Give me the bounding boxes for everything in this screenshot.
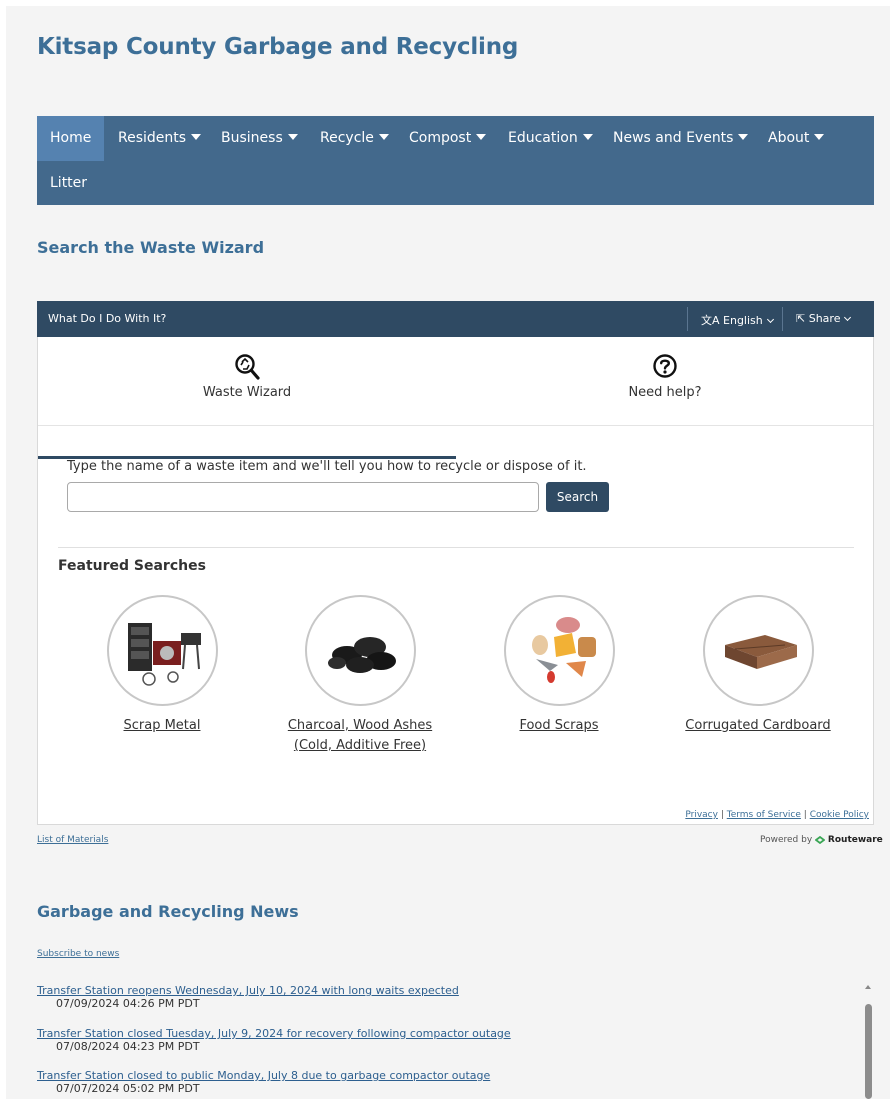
widget-title: What Do I Do With It? — [48, 312, 167, 325]
food-scraps-image — [503, 595, 615, 706]
search-button[interactable]: Search — [546, 482, 609, 512]
featured-label: Corrugated Cardboard — [685, 718, 831, 733]
news-link[interactable]: Transfer Station closed Tuesday, July 9,… — [37, 1027, 511, 1040]
caret-down-icon — [378, 134, 389, 140]
caret-down-icon — [582, 134, 593, 140]
divider — [782, 307, 783, 331]
chevron-down-icon — [844, 313, 852, 322]
featured-label: Food Scraps — [519, 718, 599, 733]
language-button[interactable]: 文A English — [701, 312, 774, 328]
news-scrollbar[interactable] — [864, 982, 874, 1099]
share-label: Share — [808, 312, 841, 325]
news-date: 07/09/2024 04:26 PM PDT — [56, 997, 200, 1010]
nav-item-news-and-events[interactable]: News and Events — [600, 116, 761, 161]
nav-item-education[interactable]: Education — [495, 116, 606, 161]
search-prompt: Type the name of a waste item and we'll … — [67, 459, 587, 474]
share-button[interactable]: ⇱ Share — [796, 312, 852, 325]
divider — [38, 425, 873, 426]
scrollbar-thumb[interactable] — [865, 1004, 872, 1099]
privacy-link[interactable]: Privacy — [685, 810, 718, 820]
featured-label: Charcoal, Wood Ashes (Cold, Additive Fre… — [287, 718, 433, 753]
featured-label: Scrap Metal — [123, 718, 201, 733]
caret-down-icon — [287, 134, 298, 140]
language-label: English — [723, 314, 763, 327]
featured-charcoal[interactable]: Charcoal, Wood Ashes (Cold, Additive Fre… — [285, 595, 435, 756]
nav-item-residents[interactable]: Residents — [105, 116, 214, 161]
divider — [58, 547, 854, 548]
nav-label: Residents — [118, 130, 187, 146]
routeware-logo-icon — [814, 835, 826, 844]
nav-item-compost[interactable]: Compost — [396, 116, 499, 161]
news-date: 07/07/2024 05:02 PM PDT — [56, 1082, 200, 1095]
waste-wizard-heading: Search the Waste Wizard — [37, 238, 265, 257]
terms-of-service-link[interactable]: Terms of Service — [727, 810, 801, 820]
news-link[interactable]: Transfer Station reopens Wednesday, July… — [37, 984, 459, 997]
question-circle-icon — [652, 353, 678, 383]
nav-label: Education — [508, 130, 578, 146]
subscribe-to-news-link[interactable]: Subscribe to news — [37, 949, 119, 959]
caret-down-icon — [814, 134, 825, 140]
nav-item-home[interactable]: Home — [37, 116, 105, 161]
scrap-metal-image — [106, 595, 218, 706]
nav-label: Recycle — [320, 130, 374, 146]
legal-separator: | — [720, 810, 724, 820]
news-item: Transfer Station closed Tuesday, July 9,… — [37, 1027, 511, 1053]
share-icon: ⇱ — [796, 312, 809, 325]
widget-header: What Do I Do With It? 文A English ⇱ Share — [37, 301, 874, 337]
powered-by: Powered by Routeware — [760, 835, 883, 845]
waste-wizard-widget: What Do I Do With It? 文A English ⇱ Share… — [37, 301, 874, 825]
nav-label: Business — [221, 130, 283, 146]
powered-by-label: Powered by — [760, 835, 813, 845]
tab-waste-wizard[interactable]: Waste Wizard — [38, 337, 456, 459]
legal-separator: | — [803, 810, 807, 820]
nav-item-recycle[interactable]: Recycle — [307, 116, 402, 161]
site-title: Kitsap County Garbage and Recycling — [37, 34, 519, 60]
caret-down-icon — [476, 134, 487, 140]
featured-corrugated-cardboard[interactable]: Corrugated Cardboard — [683, 595, 833, 736]
tab-need-help[interactable]: Need help? — [456, 337, 874, 424]
featured-food-scraps[interactable]: Food Scraps — [484, 595, 634, 736]
featured-scrap-metal[interactable]: Scrap Metal — [87, 595, 237, 736]
tab-label: Need help? — [628, 385, 702, 400]
page: Kitsap County Garbage and Recycling Home… — [6, 6, 890, 1099]
nav-item-litter[interactable]: Litter — [37, 161, 100, 206]
list-of-materials-link[interactable]: List of Materials — [37, 835, 108, 845]
nav-label: News and Events — [613, 130, 734, 146]
charcoal-image — [304, 595, 416, 706]
cardboard-image — [702, 595, 814, 706]
scroll-up-arrow-icon[interactable] — [865, 985, 871, 989]
featured-searches-heading: Featured Searches — [58, 558, 206, 574]
news-date: 07/08/2024 04:23 PM PDT — [56, 1040, 200, 1053]
divider — [687, 307, 688, 331]
tab-label: Waste Wizard — [202, 385, 292, 400]
translate-icon: 文A — [701, 314, 724, 327]
news-heading: Garbage and Recycling News — [37, 902, 299, 921]
nav-label: Compost — [409, 130, 472, 146]
nav-item-about[interactable]: About — [755, 116, 837, 161]
nav-label: Litter — [50, 175, 88, 191]
nav-item-business[interactable]: Business — [208, 116, 311, 161]
nav-label: About — [768, 130, 810, 146]
chevron-down-icon — [766, 315, 774, 324]
main-nav: Home Residents Business Recycle Compost … — [37, 116, 874, 205]
cookie-policy-link[interactable]: Cookie Policy — [810, 810, 869, 820]
caret-down-icon — [191, 134, 202, 140]
nav-label: Home — [50, 130, 92, 146]
news-item: Transfer Station reopens Wednesday, July… — [37, 984, 459, 1010]
news-link[interactable]: Transfer Station closed to public Monday… — [37, 1069, 490, 1082]
legal-links: Privacy | Terms of Service | Cookie Poli… — [685, 810, 869, 820]
recycle-search-icon — [234, 353, 260, 385]
news-item: Transfer Station closed to public Monday… — [37, 1069, 490, 1095]
caret-down-icon — [738, 134, 749, 140]
search-input[interactable] — [67, 482, 539, 512]
routeware-brand[interactable]: Routeware — [828, 835, 883, 845]
